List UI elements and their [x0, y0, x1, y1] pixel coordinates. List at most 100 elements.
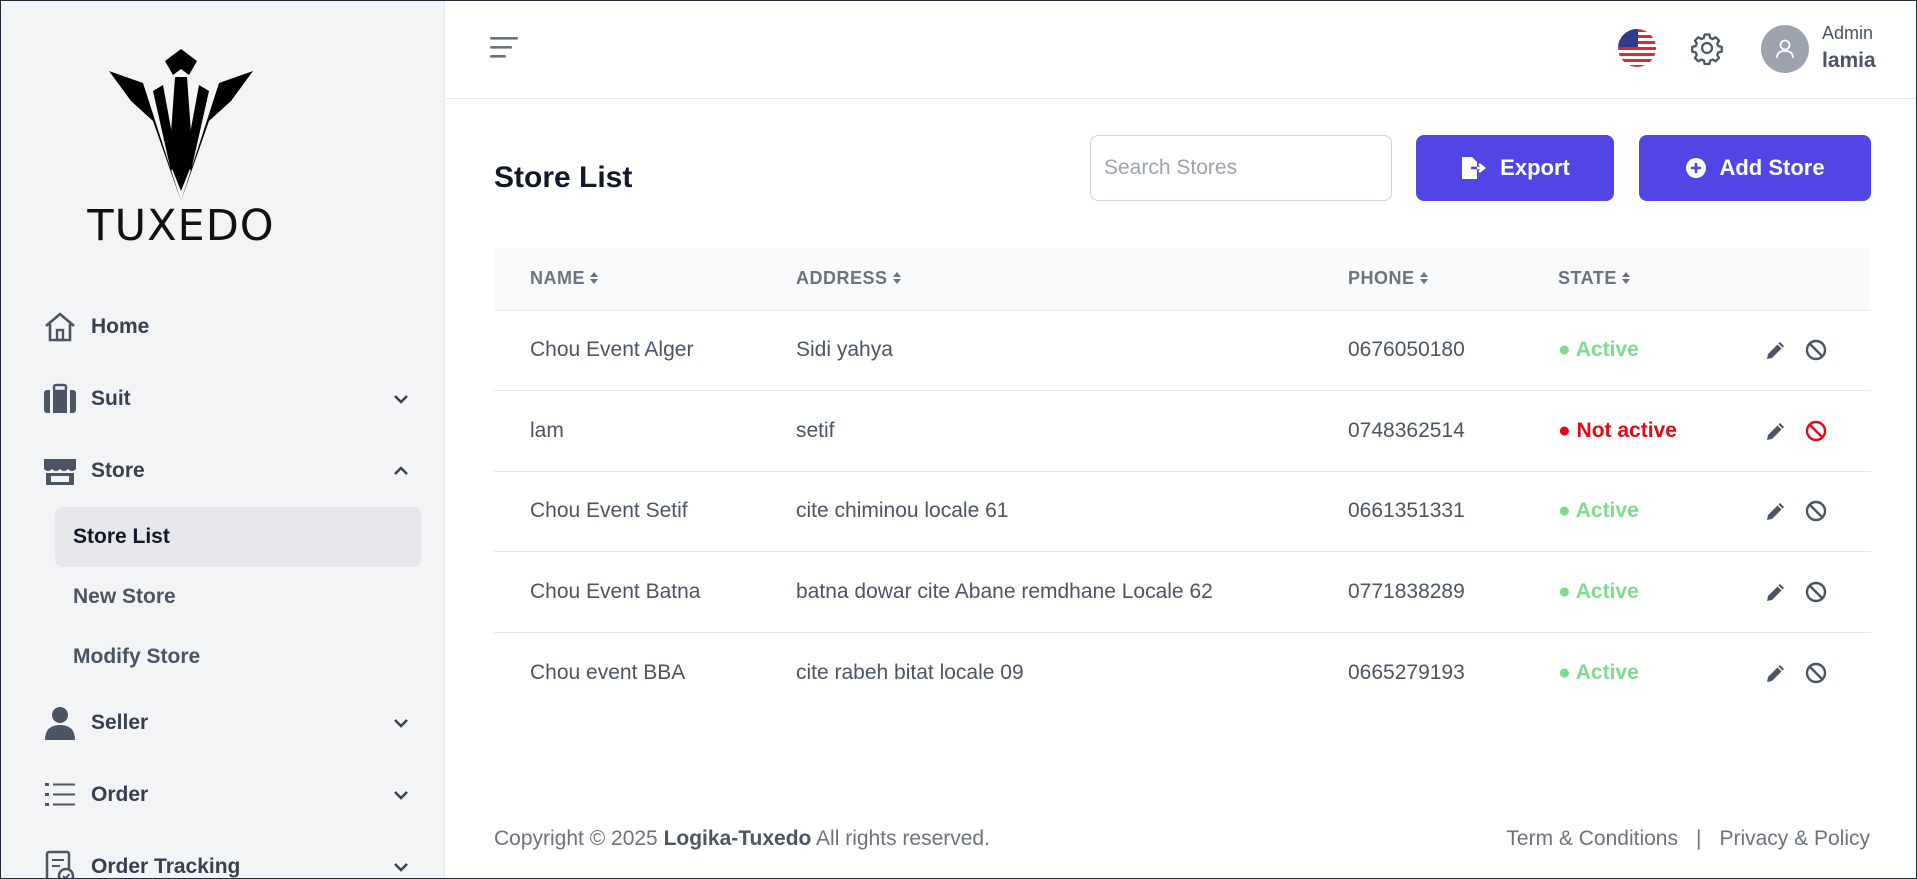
chevron-down-icon[interactable] [391, 785, 411, 805]
company-name: Logika-Tuxedo [663, 827, 812, 850]
chevron-down-icon[interactable] [391, 389, 411, 409]
disable-icon[interactable] [1804, 338, 1828, 362]
sidebar-item-suit[interactable]: Suit [41, 363, 421, 435]
disable-icon[interactable] [1804, 661, 1828, 685]
store-address: batna dowar cite Abane remdhane Locale 6… [796, 579, 1213, 603]
column-actions [1764, 248, 1871, 310]
sidebar-item-modify-store[interactable]: Modify Store [55, 627, 421, 687]
store-icon [41, 452, 79, 490]
edit-icon[interactable] [1764, 580, 1788, 604]
column-state[interactable]: STATE [1558, 248, 1764, 310]
export-label: Export [1500, 155, 1570, 180]
suitcase-icon [41, 380, 79, 418]
edit-icon[interactable] [1764, 499, 1788, 523]
table-row: Chou Event Alger Sidi yahya 0676050180 ●… [494, 310, 1871, 391]
sidebar-item-store-list[interactable]: Store List [55, 507, 421, 567]
sidebar-item-label: Seller [91, 711, 149, 734]
add-store-button[interactable]: Add Store [1639, 135, 1871, 201]
status-badge: ● Active [1558, 660, 1639, 684]
app-window: TUXEDO Home Suit Store Store List New St… [0, 0, 1917, 879]
table-row: lam setif 0748362514 ● Not active [494, 390, 1871, 472]
store-name: Chou Event Setif [530, 499, 688, 523]
store-address: setif [796, 418, 835, 442]
page-title: Store List [494, 161, 633, 194]
status-badge: ● Active [1558, 579, 1639, 603]
brand-name: TUXEDO [87, 201, 275, 251]
edit-icon[interactable] [1764, 419, 1788, 443]
sidebar-item-label: Store [91, 459, 145, 482]
plus-circle-icon [1686, 158, 1707, 178]
column-name[interactable]: NAME [494, 248, 796, 310]
store-name: lam [530, 418, 564, 442]
order-tracking-icon [41, 848, 79, 878]
sidebar: TUXEDO Home Suit Store Store List New St… [1, 1, 445, 878]
user-name[interactable]: lamia [1822, 49, 1876, 73]
gear-icon[interactable] [1690, 31, 1724, 66]
footer-links: Term & Conditions | Privacy & Policy [1506, 827, 1870, 851]
sidebar-item-label: Home [91, 315, 150, 338]
store-table: NAME ADDRESS PHONE STATE Chou Event Alge… [494, 248, 1871, 713]
column-address[interactable]: ADDRESS [796, 248, 1348, 310]
chevron-up-icon[interactable] [391, 461, 411, 481]
sidebar-item-seller[interactable]: Seller [41, 687, 421, 759]
status-badge: ● Active [1558, 338, 1639, 362]
sidebar-item-new-store[interactable]: New Store [55, 567, 421, 627]
copyright: Copyright © 2025 Logika-Tuxedo All right… [494, 827, 990, 850]
user-avatar-icon [1776, 39, 1794, 59]
us-flag-icon[interactable] [1618, 29, 1656, 67]
store-name: Chou Event Batna [530, 579, 701, 603]
sort-icon[interactable] [589, 269, 599, 290]
sidebar-item-order[interactable]: Order [41, 759, 421, 831]
sidebar-nav: Home Suit Store Store List New Store Mod… [41, 291, 421, 878]
chevron-down-icon[interactable] [391, 713, 411, 733]
sidebar-item-label: Suit [91, 387, 131, 410]
tuxedo-logo-icon [109, 49, 253, 201]
edit-icon[interactable] [1764, 338, 1788, 362]
top-bar: Admin lamia [446, 1, 1916, 99]
store-phone: 0661351331 [1348, 499, 1465, 523]
store-name: Chou event BBA [530, 660, 686, 684]
home-icon [41, 308, 79, 346]
export-button[interactable]: Export [1416, 135, 1614, 201]
store-address: cite chiminou locale 61 [796, 499, 1009, 523]
sort-icon[interactable] [1419, 269, 1429, 290]
table-row: Chou Event Setif cite chiminou locale 61… [494, 471, 1871, 552]
store-phone: 0771838289 [1348, 579, 1465, 603]
table-row: Chou event BBA cite rabeh bitat locale 0… [494, 632, 1871, 713]
disable-icon[interactable] [1804, 499, 1828, 523]
sidebar-item-label: Order [91, 783, 149, 806]
sort-icon[interactable] [1621, 269, 1631, 290]
store-name: Chou Event Alger [530, 338, 694, 362]
status-badge: ● Active [1558, 499, 1639, 523]
store-submenu: Store List New Store Modify Store [55, 507, 421, 687]
store-phone: 0665279193 [1348, 660, 1465, 684]
sidebar-item-label: Order Tracking [91, 855, 241, 878]
store-phone: 0676050180 [1348, 338, 1465, 362]
store-address: Sidi yahya [796, 338, 893, 362]
sort-icon[interactable] [892, 269, 902, 290]
brand-logo[interactable]: TUXEDO [81, 41, 281, 251]
column-phone[interactable]: PHONE [1348, 248, 1558, 310]
disable-icon[interactable] [1804, 419, 1828, 443]
chevron-down-icon[interactable] [391, 857, 411, 877]
privacy-link[interactable]: Privacy & Policy [1719, 827, 1870, 851]
table-row: Chou Event Batna batna dowar cite Abane … [494, 551, 1871, 633]
list-icon [41, 776, 79, 814]
sidebar-item-home[interactable]: Home [41, 291, 421, 363]
menu-toggle-icon[interactable] [490, 35, 520, 61]
user-role: Admin [1822, 23, 1874, 43]
search-input[interactable] [1090, 135, 1392, 201]
status-badge: ● Not active [1558, 418, 1677, 442]
add-store-label: Add Store [1719, 155, 1825, 180]
divider: | [1695, 827, 1702, 850]
table-header-row: NAME ADDRESS PHONE STATE [494, 248, 1871, 310]
avatar[interactable] [1761, 25, 1809, 73]
store-phone: 0748362514 [1348, 418, 1465, 442]
sidebar-item-store[interactable]: Store [41, 435, 421, 507]
sidebar-item-order-tracking[interactable]: Order Tracking [41, 831, 421, 878]
disable-icon[interactable] [1804, 580, 1828, 604]
edit-icon[interactable] [1764, 661, 1788, 685]
terms-link[interactable]: Term & Conditions [1506, 827, 1678, 851]
export-icon [1462, 157, 1487, 179]
user-icon [41, 704, 79, 742]
